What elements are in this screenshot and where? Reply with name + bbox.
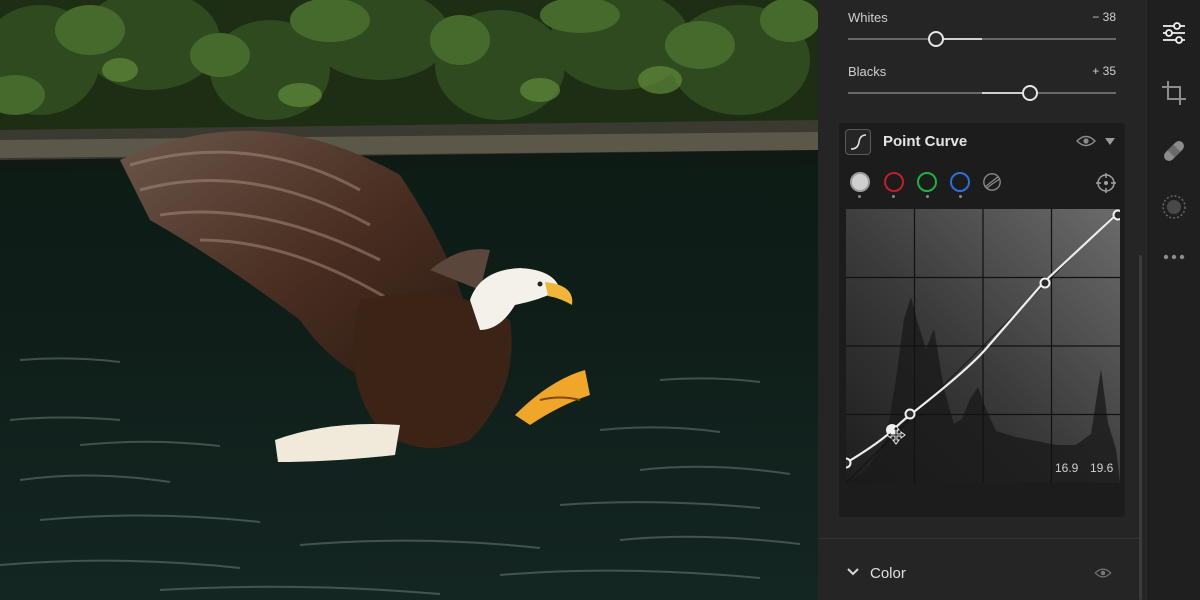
channel-green-button[interactable] [917,172,937,192]
edit-panel: Whites − 38 Blacks + 35 Point Curve 16.9… [818,0,1146,600]
tone-curve-graph[interactable] [846,209,1120,483]
curve-control-point[interactable] [904,408,916,420]
whites-slider-thumb[interactable] [928,31,945,47]
curve-icon [850,134,867,150]
tool-strip [1146,0,1200,600]
edit-sliders-icon[interactable] [1160,19,1188,47]
crop-icon[interactable] [1160,79,1188,107]
point-curve-card: Point Curve 16.9 19.6 [839,123,1125,517]
section-divider [818,538,1140,539]
whites-slider-track[interactable] [848,38,1116,40]
channel-blue-button[interactable] [950,172,970,192]
channel-indicator [858,195,861,198]
eye-icon[interactable] [1076,134,1096,148]
whites-slider-row: Whites − 38 [848,10,1116,50]
chevron-down-icon[interactable] [1105,138,1115,146]
color-section-title[interactable]: Color [870,565,906,582]
blacks-label: Blacks [848,64,887,79]
photo-canvas[interactable] [0,0,818,600]
channel-red-button[interactable] [884,172,904,192]
panel-scrollbar[interactable] [1139,255,1142,600]
channel-indicator [892,195,895,198]
curve-control-point[interactable] [846,457,852,469]
blacks-slider-row: Blacks + 35 [848,64,1116,104]
curve-toggle-button[interactable] [845,129,871,155]
parametric-curve-icon[interactable] [982,172,1002,192]
target-adjustment-icon[interactable] [1095,172,1117,194]
channel-indicator [959,195,962,198]
curve-output-readout: 19.6 [1090,461,1114,475]
channel-luminance-button[interactable] [850,172,870,192]
more-icon[interactable] [1160,243,1188,271]
healing-bandage-icon[interactable] [1160,137,1188,165]
curve-control-point[interactable] [1039,277,1051,289]
eye-icon[interactable] [1094,567,1112,579]
blacks-value[interactable]: + 35 [1092,64,1116,78]
chevron-down-icon[interactable] [847,567,859,577]
curve-input-readout: 16.9 [1055,461,1079,475]
blacks-slider-thumb[interactable] [1022,85,1039,101]
mask-icon[interactable] [1160,193,1188,221]
curve-control-point[interactable] [1112,209,1121,221]
whites-label: Whites [848,10,888,25]
eagle-photo [0,0,818,600]
channel-indicator [926,195,929,198]
point-curve-title: Point Curve [883,133,968,150]
whites-value[interactable]: − 38 [1092,10,1116,24]
